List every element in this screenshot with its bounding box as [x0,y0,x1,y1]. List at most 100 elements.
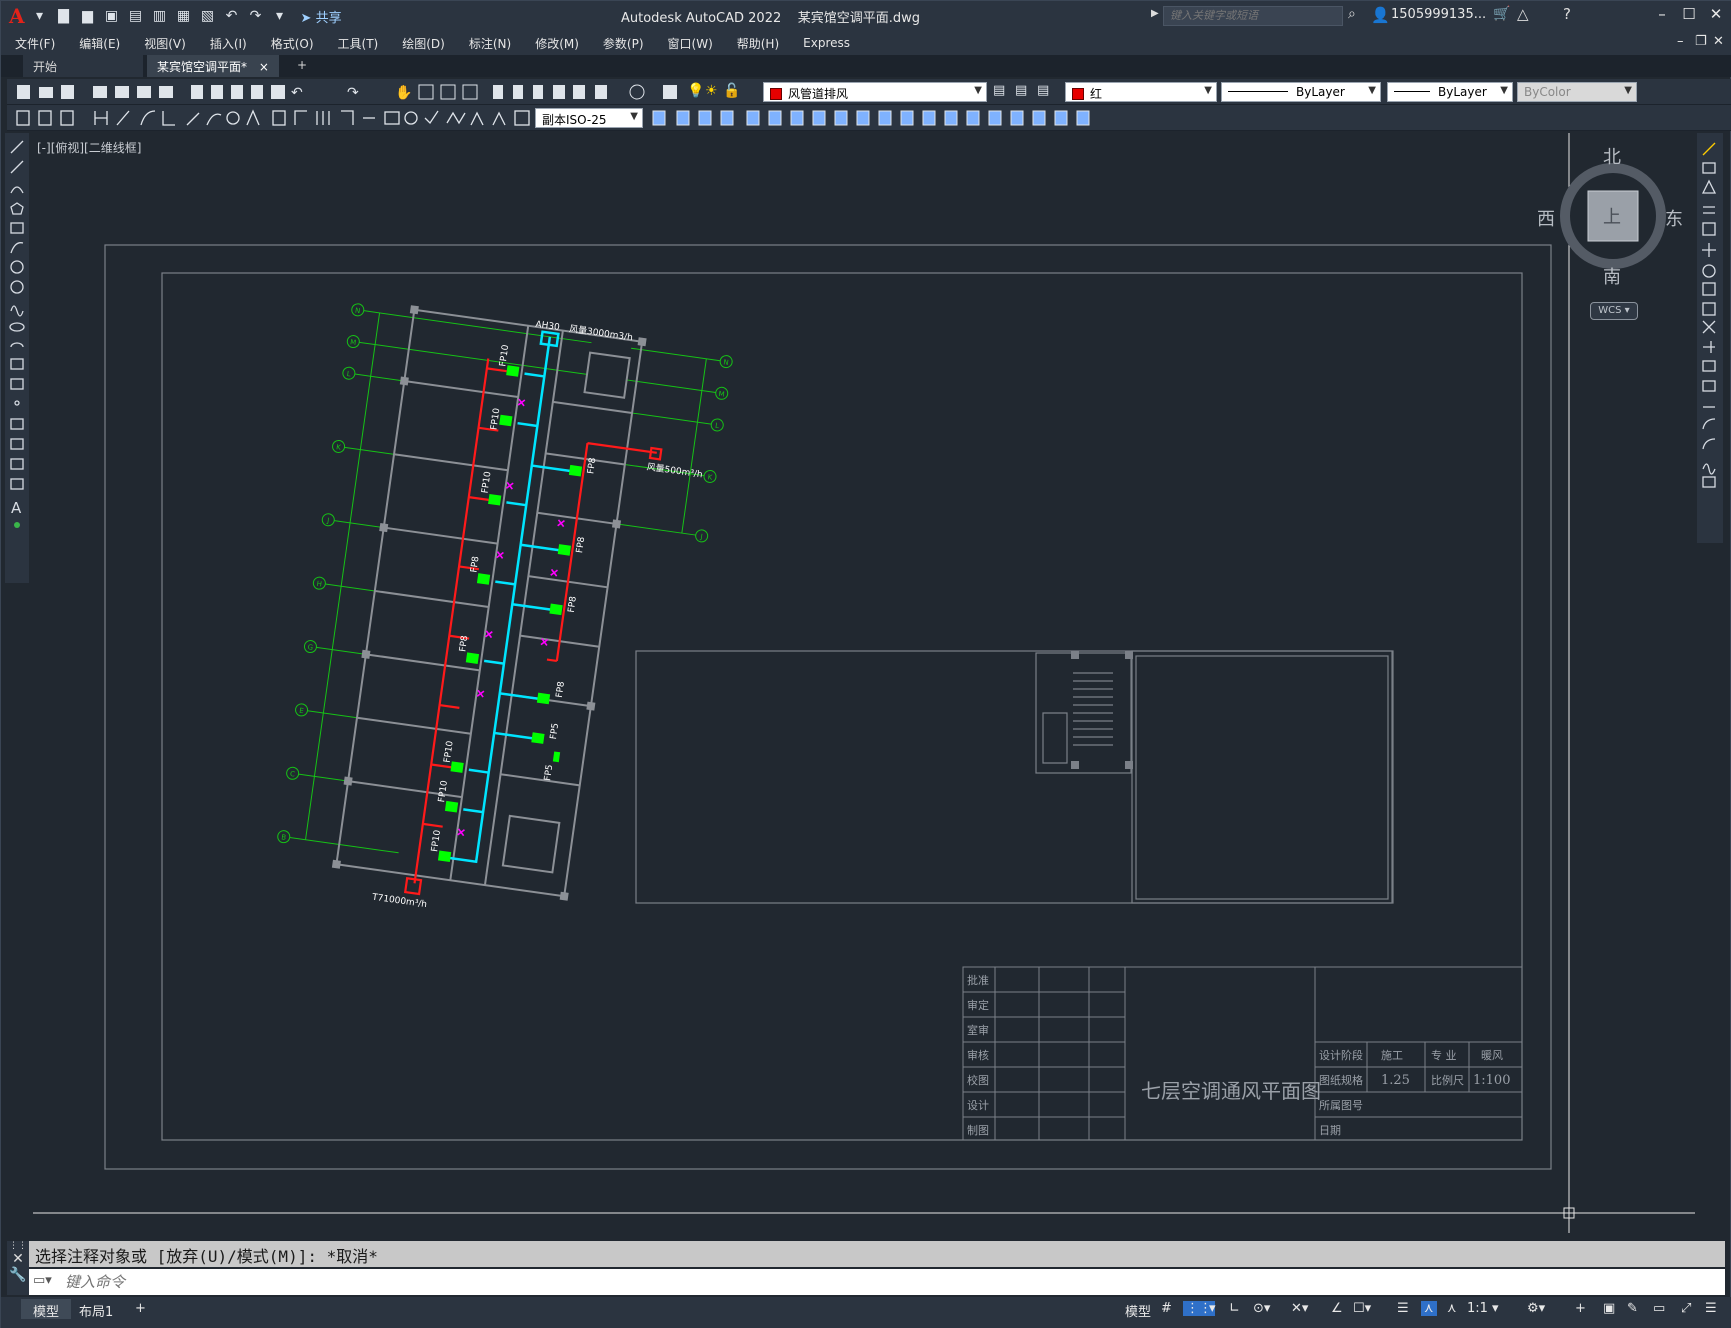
osnap-tracking-icon[interactable]: ∠ [1331,1301,1343,1316]
open-file-icon[interactable]: ▆ [79,7,97,25]
grip-icon[interactable]: ⋮⋮ [7,1241,29,1251]
share-button[interactable]: ➤ 共享 [301,7,342,26]
recent-commands-icon[interactable]: ▭▾ [33,1273,52,1288]
tab-layout1[interactable]: 布局1 [67,1299,125,1320]
search-icon[interactable]: ⌕ [1348,6,1356,22]
menu-dimension[interactable]: 标注(N) [469,35,511,52]
layer-lock-icon[interactable]: 🔓 [723,83,740,99]
isolate-objects-icon[interactable]: ✎ [1627,1301,1638,1316]
customize-icon[interactable]: 🔧 [7,1267,29,1283]
polar-icon[interactable]: ⊙▾ [1253,1301,1270,1316]
menu-tools[interactable]: 工具(T) [338,35,379,52]
menu-help[interactable]: 帮助(H) [737,35,779,52]
viewcube[interactable]: 北 南 东 西 上 [1537,141,1691,321]
units-icon[interactable]: ▣ [1603,1301,1615,1316]
make-current-layer-icon[interactable]: ▤ [993,83,1005,98]
dim-line-vertical-right [681,358,707,534]
layer-previous-icon[interactable]: ▤ [1015,83,1027,98]
layer-dropdown[interactable]: 风管道排风 ▼ [763,82,987,102]
drawing-canvas[interactable]: N M L K J H G E C B N M L K J AH30 风量300… [33,133,1695,1233]
new-tab-button[interactable]: + [287,55,311,77]
workspace-gear-icon[interactable]: ⚙▾ [1527,1301,1545,1316]
autocad-logo-icon[interactable]: A [9,4,25,28]
tab-start[interactable]: 开始 [23,55,143,77]
compass-north[interactable]: 北 [1603,143,1621,169]
linetype-dropdown[interactable]: ByLayer ▼ [1221,82,1381,102]
command-input[interactable] [65,1271,1665,1293]
search-input[interactable] [1163,6,1343,26]
chevron-down-icon[interactable]: ▾ [1209,1301,1216,1316]
web-open-icon[interactable]: ▦ [175,7,193,25]
lineweight-dropdown[interactable]: ByLayer ▼ [1387,82,1513,102]
menu-parametric[interactable]: 参数(P) [603,35,644,52]
new-file-icon[interactable]: ▇ [55,7,73,25]
menu-draw[interactable]: 绘图(D) [402,35,445,52]
compass-south[interactable]: 南 [1603,263,1621,289]
app-menu-arrow-icon[interactable]: ▾ [31,7,49,25]
layer-freeze-icon[interactable]: ☀ [705,83,718,99]
menu-edit[interactable]: 编辑(E) [79,35,120,52]
user-icon[interactable]: 👤 [1371,6,1390,24]
add-layout-button[interactable]: + [123,1299,158,1319]
auto-scale-icon[interactable]: ⋏ [1447,1301,1457,1316]
save-icon[interactable]: ▣ [103,7,121,25]
doc-minimize-icon[interactable]: – [1677,34,1684,49]
compass-east[interactable]: 东 [1665,205,1683,231]
tab-model[interactable]: 模型 [21,1299,72,1320]
close-cmd-icon[interactable]: ✕ [7,1251,29,1267]
modify-toolbar-icons[interactable] [647,105,1117,131]
isodraft-icon[interactable]: ✕▾ [1291,1301,1308,1316]
annotation-scale[interactable]: 1:1 ▾ [1467,1301,1499,1316]
web-save-icon[interactable]: ▥ [151,7,169,25]
maximize-icon[interactable]: ☐ [1678,5,1700,23]
modify-right-icons[interactable] [1697,133,1723,543]
user-account[interactable]: 1505999135... [1391,7,1486,22]
plotstyle-dropdown[interactable]: ByColor ▼ [1517,82,1637,102]
standard-toolbar-icons[interactable]: ↶ ↷ ✋ [7,79,687,105]
clean-screen-icon[interactable]: ⤢ [1681,1301,1691,1316]
save-as-icon[interactable]: ▤ [127,7,145,25]
customize-status-icon[interactable]: ☰ [1705,1301,1717,1316]
search-expand-icon[interactable]: ▶ [1151,8,1159,19]
layer-on-icon[interactable]: 💡 [687,83,704,99]
osnap-icon[interactable]: ☐▾ [1353,1301,1371,1316]
viewport-controls[interactable]: [-][俯视][二维线框] [37,139,141,156]
undo-icon[interactable]: ↶ [223,7,241,25]
menu-format[interactable]: 格式(O) [271,35,314,52]
doc-restore-icon[interactable]: ❐ [1695,34,1707,49]
drawing-svg[interactable]: N M L K J H G E C B N M L K J AH30 风量300… [33,133,1695,1233]
compass-west[interactable]: 西 [1537,205,1555,231]
doc-close-icon[interactable]: ✕ [1713,34,1724,49]
ortho-icon[interactable]: ∟ [1229,1301,1240,1316]
redo-icon[interactable]: ↷ [247,7,265,25]
menu-express[interactable]: Express [803,36,850,50]
tab-close-icon[interactable]: × [259,60,269,74]
color-dropdown[interactable]: 红 ▼ [1065,82,1217,102]
plot-icon[interactable]: ▧ [199,7,217,25]
hardware-accel-icon[interactable]: ▭ [1653,1301,1665,1316]
dimension-toolbar-icons[interactable] [7,105,567,131]
customize-qat-icon[interactable]: ▾ [271,7,289,25]
tab-drawing[interactable]: 某宾馆空调平面* × [147,55,279,77]
help-icon[interactable]: ? [1563,5,1571,23]
wcs-menu[interactable]: WCS ▾ [1590,302,1638,320]
menu-insert[interactable]: 插入(I) [210,35,247,52]
layer-state-icon[interactable]: ▤ [1037,83,1049,98]
viewcube-top-label[interactable]: 上 [1603,203,1621,229]
lineweight-icon[interactable]: ☰ [1397,1301,1409,1316]
minimize-icon[interactable]: – [1651,5,1673,23]
close-icon[interactable]: ✕ [1705,5,1727,23]
grid-icon[interactable]: # [1161,1301,1172,1316]
menu-file[interactable]: 文件(F) [15,35,55,52]
autodesk-app-icon[interactable]: △ [1517,5,1529,23]
model-space-toggle[interactable]: 模型 [1125,1301,1151,1320]
dimstyle-dropdown[interactable]: 副本ISO-25 ▼ [535,108,643,128]
annotation-monitor-icon[interactable]: + [1575,1301,1586,1316]
command-line-handle[interactable]: ⋮⋮ ✕ 🔧 [7,1241,29,1295]
menu-window[interactable]: 窗口(W) [668,35,713,52]
draw-toolbar-icons[interactable]: A [5,133,29,583]
menu-modify[interactable]: 修改(M) [535,35,579,52]
menu-view[interactable]: 视图(V) [144,35,186,52]
cart-icon[interactable]: 🛒 [1493,6,1510,22]
annotation-visibility-icon[interactable]: ⋏ [1421,1301,1437,1316]
